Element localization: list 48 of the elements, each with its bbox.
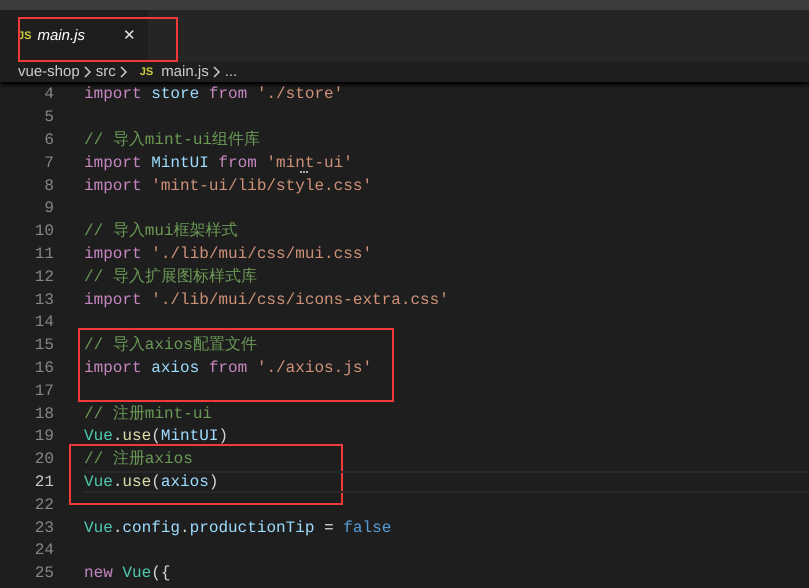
code-line: import './lib/mui/css/icons-extra.css' [84,292,449,308]
line-number: 17 [34,380,54,402]
line-number: 21 [34,472,54,493]
code-comment: // 注册axios [84,451,193,468]
line-number: 14 [34,312,54,334]
breadcrumb-item[interactable]: src [96,60,116,84]
line-number: 24 [34,540,54,562]
line-number: 10 [34,221,54,242]
line-number: 4 [43,84,54,106]
chevron-icon [84,66,92,78]
code-comment: // 导入mint-ui组件库 [84,132,260,148]
code-line: import 'mint-ui/lib/style.css' [84,178,372,194]
code-line: Vue.use(MintUI) [84,428,228,444]
line-number: 13 [34,290,54,311]
code-line: import store from './store' [84,86,344,102]
hint-dots-icon[interactable] [300,171,310,174]
line-number: 9 [43,198,54,220]
line-number: 22 [34,494,54,516]
line-number: 16 [34,358,54,379]
line-number: 20 [34,449,54,470]
line-number: 6 [43,130,54,151]
line-number: 25 [34,563,54,584]
code-line: Vue.config.productionTip = false [84,520,392,536]
line-number: 5 [43,107,54,128]
line-number: 23 [34,518,54,539]
code-line: import MintUI from 'mint-ui' [84,154,353,171]
line-number: 15 [34,335,54,356]
code-comment: // 导入axios配置文件 [84,337,257,354]
code-line: import axios from './axios.js' [84,360,372,376]
close-icon[interactable]: ✕ [123,24,136,48]
code-line: new Vue({ [84,565,170,582]
line-number: 19 [34,426,54,448]
line-number: 11 [34,244,54,265]
code-comment: // 导入mui框架样式 [84,223,238,240]
breadcrumb-item[interactable]: main.js [161,60,209,84]
code-line: Vue.use(axios) [84,474,218,490]
chevron-icon [120,66,128,78]
js-file-icon: JS [140,64,154,80]
chevron-icon [212,66,221,78]
breadcrumb-item[interactable]: vue-shop [18,60,80,84]
code-comment: // 导入扩展图标样式库 [84,268,257,285]
breadcrumb-item[interactable]: ... [224,60,238,84]
line-number: 7 [43,152,54,174]
code-line: import './lib/mui/css/mui.css' [84,246,372,262]
line-number: 18 [34,404,54,425]
line-number: 8 [43,176,54,197]
code-comment: // 注册mint-ui [84,406,212,422]
line-number: 12 [34,266,54,288]
